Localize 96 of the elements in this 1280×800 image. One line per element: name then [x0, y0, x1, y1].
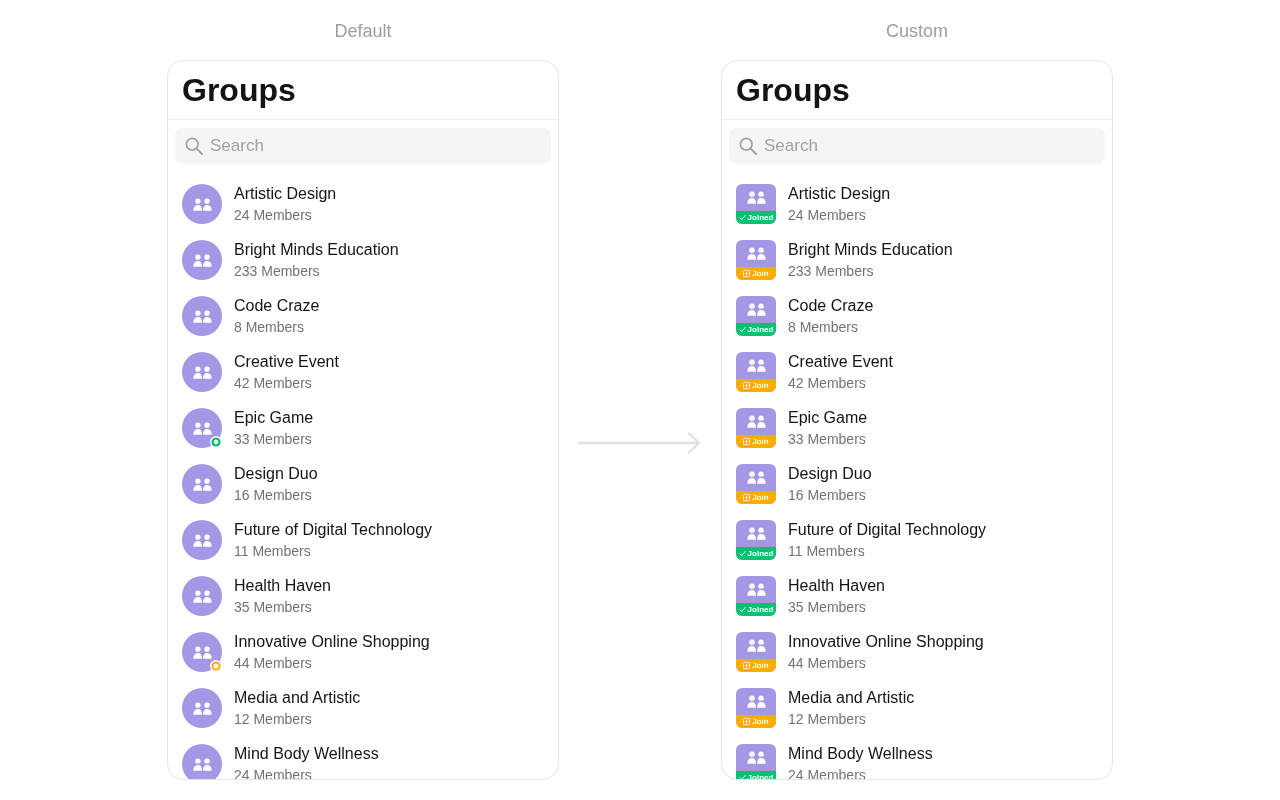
group-name[interactable]: Creative Event [234, 351, 339, 373]
search-field[interactable]: Search [175, 128, 551, 164]
tag-label: Joined [747, 324, 774, 335]
group-name[interactable]: Code Craze [234, 295, 320, 317]
people-icon [192, 645, 212, 659]
panel-caption: Default [333, 20, 393, 43]
group-name[interactable]: Mind Body Wellness [234, 743, 379, 765]
people-icon [746, 359, 766, 372]
member-count: 8 Members [788, 318, 860, 337]
check-icon [738, 214, 746, 221]
search-field[interactable]: Search [729, 128, 1105, 164]
search-icon [739, 137, 757, 155]
member-count: 35 Members [788, 598, 867, 617]
plus-square-icon [743, 662, 751, 669]
group-name[interactable]: Design Duo [234, 463, 318, 485]
check-icon [738, 326, 746, 333]
group-name[interactable]: Artistic Design [234, 183, 337, 205]
group-name[interactable]: Design Duo [788, 463, 872, 485]
people-icon [746, 751, 766, 764]
member-count: 44 Members [788, 654, 867, 673]
group-name[interactable]: Bright Minds Education [788, 239, 953, 261]
people-icon [192, 533, 212, 547]
group-name[interactable]: Innovative Online Shopping [234, 631, 430, 653]
people-icon [192, 253, 212, 267]
member-count: 8 Members [234, 318, 306, 337]
group-name[interactable]: Health Haven [234, 575, 331, 597]
tag-label: Joined [747, 212, 774, 223]
people-icon [746, 695, 766, 708]
group-name[interactable]: Innovative Online Shopping [788, 631, 984, 653]
people-icon [192, 197, 212, 211]
panel-caption: Custom [885, 20, 949, 43]
tag-label: Joined [747, 604, 774, 615]
people-icon [746, 415, 766, 428]
plus-square-icon [743, 718, 751, 725]
member-count: 24 Members [234, 206, 313, 225]
member-count: 12 Members [788, 710, 867, 729]
people-icon [192, 309, 212, 323]
group-name[interactable]: Mind Body Wellness [788, 743, 933, 765]
check-icon [738, 550, 746, 557]
member-count: 42 Members [234, 374, 313, 393]
panel-title: Groups [735, 71, 851, 110]
group-name[interactable]: Health Haven [788, 575, 885, 597]
member-count: 33 Members [234, 430, 313, 449]
member-count: 16 Members [788, 486, 867, 505]
member-count: 35 Members [234, 598, 313, 617]
member-count: 24 Members [788, 206, 867, 225]
member-count: 33 Members [788, 430, 867, 449]
group-name[interactable]: Future of Digital Technology [234, 519, 433, 541]
group-name[interactable]: Creative Event [788, 351, 893, 373]
tag-label: Joined [747, 772, 774, 779]
plus-square-icon [743, 382, 751, 389]
shield-badge-icon [210, 436, 222, 448]
people-icon [746, 471, 766, 484]
tag-label: Join [752, 268, 769, 279]
member-count: 11 Members [234, 542, 312, 561]
group-name[interactable]: Epic Game [788, 407, 868, 429]
group-name[interactable]: Future of Digital Technology [788, 519, 987, 541]
people-icon [746, 247, 766, 260]
member-count: 16 Members [234, 486, 313, 505]
people-icon [192, 365, 212, 379]
check-icon [738, 606, 746, 613]
ring-badge-icon [210, 660, 222, 672]
people-icon [192, 757, 212, 771]
people-icon [192, 589, 212, 603]
member-count: 11 Members [788, 542, 866, 561]
search-icon [185, 137, 203, 155]
member-count: 12 Members [234, 710, 313, 729]
people-icon [746, 303, 766, 316]
tag-label: Join [752, 436, 769, 447]
panel-title: Groups [181, 71, 297, 110]
people-icon [746, 191, 766, 204]
people-icon [746, 527, 766, 540]
people-icon [192, 421, 212, 435]
tag-label: Join [752, 492, 769, 503]
member-count: 44 Members [234, 654, 313, 673]
tag-label: Joined [747, 548, 774, 559]
group-name[interactable]: Bright Minds Education [234, 239, 399, 261]
arrow-icon [578, 432, 702, 454]
people-icon [746, 583, 766, 596]
people-icon [746, 639, 766, 652]
group-name[interactable]: Media and Artistic [788, 687, 915, 709]
tag-label: Join [752, 716, 769, 727]
plus-square-icon [743, 438, 751, 445]
tag-label: Join [752, 660, 769, 671]
member-count: 233 Members [788, 262, 875, 281]
group-name[interactable]: Code Craze [788, 295, 874, 317]
plus-square-icon [743, 494, 751, 501]
tag-label: Join [752, 380, 769, 391]
group-name[interactable]: Artistic Design [788, 183, 891, 205]
group-name[interactable]: Media and Artistic [234, 687, 361, 709]
group-name[interactable]: Epic Game [234, 407, 314, 429]
plus-square-icon [743, 270, 751, 277]
member-count: 233 Members [234, 262, 321, 281]
people-icon [192, 477, 212, 491]
people-icon [192, 701, 212, 715]
member-count: 42 Members [788, 374, 867, 393]
